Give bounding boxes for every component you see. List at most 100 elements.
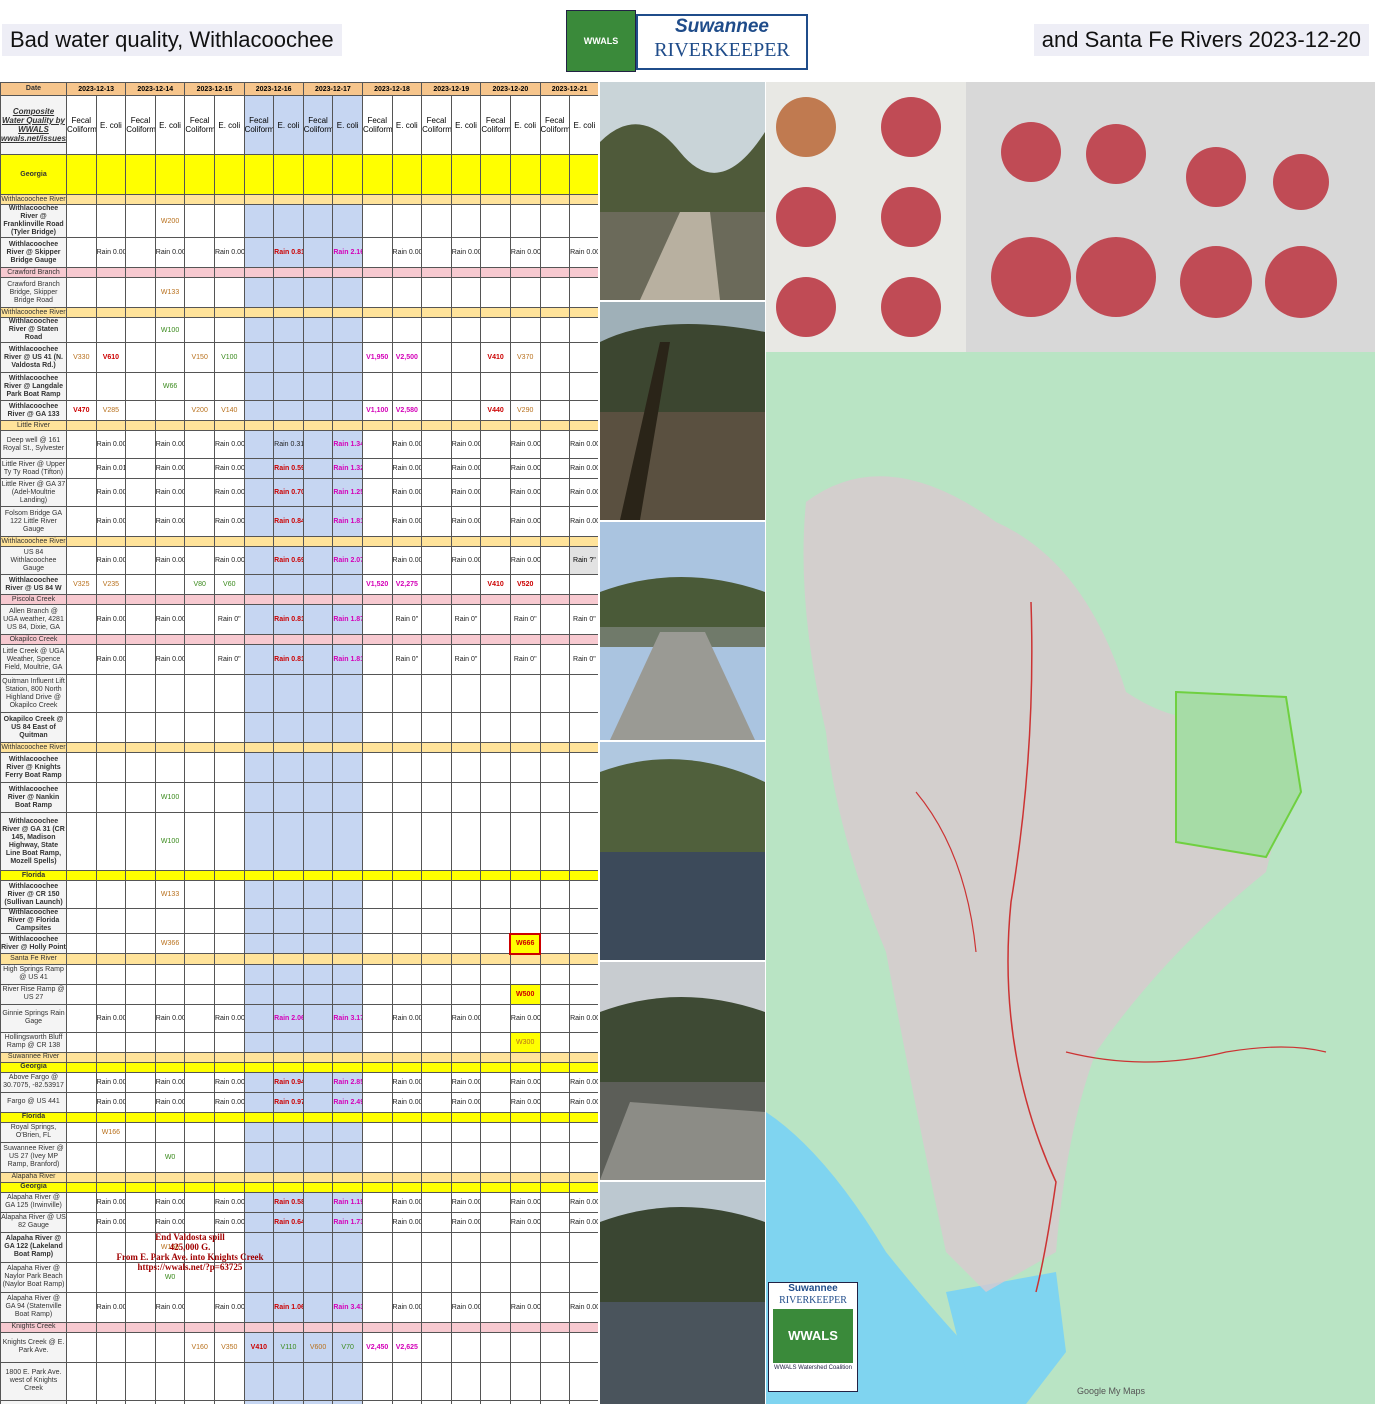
value-cell [421,1321,452,1333]
value-cell: Rain 0.00" [569,1291,598,1323]
spill-link[interactable]: https://wwals.net/?p=63725 [60,1262,320,1272]
value-cell [569,1321,598,1333]
value-cell [184,1061,215,1073]
value-cell [302,536,334,547]
suwannee-riverkeeper-logo: Suwannee RIVERKEEPER [636,14,808,70]
section-row: Florida [0,870,598,881]
value-cell [125,674,156,713]
value-cell: V2,910 [361,1399,393,1404]
value-cell [243,1121,275,1143]
value-cell [332,1321,363,1333]
value-cell [125,742,156,753]
value-cell [391,812,423,871]
value-cell [273,953,304,965]
site-row: Hollingsworth Bluff Ramp @ CR 138 W300 [0,1031,598,1053]
value-cell: Rain 0.00" [154,644,186,675]
value-cell [450,204,482,238]
value-cell [569,1121,598,1143]
value-cell [391,983,423,1005]
value-cell [184,1211,215,1233]
value-cell [243,204,275,238]
value-cell [332,963,363,985]
fecal-coliform-header: Fecal Coliform [480,95,511,155]
value-cell [332,342,363,373]
value-cell: W100 [154,317,186,343]
site-label: Alapaha River @ GA 122 (Lakeland Boat Ra… [0,1231,67,1263]
value-cell [95,1031,127,1053]
value-cell [361,237,393,268]
value-cell: Rain 0.00" [450,546,482,575]
value-cell: Rain 0.97" [273,1091,304,1113]
value-cell [302,546,334,575]
value-cell [184,237,215,268]
value-cell [95,420,127,431]
value-cell: Rain 0.00" [509,506,541,537]
value-cell [539,983,571,1005]
value-cell [125,546,156,575]
value-cell: V240 [184,1399,215,1404]
value-cell: Rain 0.00" [569,1091,598,1113]
value-cell [273,307,304,318]
value-cell: W100 [154,782,186,813]
value-cell [480,154,511,195]
value-cell: Rain 0.00" [450,1003,482,1033]
value-cell: V70 [332,1331,363,1363]
value-cell [480,478,511,507]
value-cell [480,458,511,479]
value-cell: Rain 1.81" [332,506,363,537]
value-cell [332,1361,363,1401]
value-cell [66,1091,97,1113]
date-cell: 2023-12-13 [65,82,127,96]
value-cell [450,536,482,547]
value-cell [421,963,452,985]
value-cell [450,752,482,783]
value-cell [480,742,511,753]
value-cell [243,1211,275,1233]
value-cell [66,712,97,743]
value-cell [480,812,511,871]
value-cell [569,342,598,373]
river-photo [600,302,765,520]
value-cell [66,154,97,195]
value-cell [302,307,334,318]
value-cell [421,194,452,205]
value-cell: Rain 0.00" [95,506,127,537]
value-cell [66,194,97,205]
value-cell: V600 [302,1331,334,1363]
value-cell: Rain 0.00" [154,1071,186,1093]
value-cell [421,908,452,934]
map-riverkeeper-logo: Suwannee RIVERKEEPER WWALS WWALS Watersh… [768,1282,858,1392]
value-cell [361,1291,393,1323]
fecal-coliform-header: Fecal Coliform [243,95,275,155]
e-coli-header: E. coli [273,95,304,155]
value-cell [66,1191,97,1213]
value-cell [539,1399,571,1404]
value-cell: Rain 0" [569,604,598,635]
value-cell [66,277,97,308]
site-label: US 84 Withlacoochee Gauge [0,546,67,575]
value-cell [361,1071,393,1093]
site-row: Little River @ Upper Ty Ty Road (Tifton)… [0,458,598,479]
value-cell [243,1031,275,1053]
value-cell [391,953,423,965]
value-cell: Rain 0.00" [509,478,541,507]
value-cell [421,1111,452,1123]
value-cell [66,1141,97,1173]
value-cell [125,317,156,343]
value-cell [302,1361,334,1401]
value-cell [302,880,334,909]
value-cell [569,317,598,343]
value-cell [66,1321,97,1333]
value-cell [302,1091,334,1113]
value-cell [184,933,215,954]
value-cell [361,594,393,605]
value-cell [95,536,127,547]
value-cell: Rain 1.06" [273,1291,304,1323]
value-cell [450,908,482,934]
value-cell [66,307,97,318]
value-cell [450,933,482,954]
date-cell: 2023-12-18 [361,82,423,96]
value-cell [421,604,452,635]
watershed-map[interactable]: Suwannee RIVERKEEPER WWALS WWALS Watersh… [766,352,1375,1404]
site-row: Fargo @ US 441 Rain 0.00" Rain 0.00" Rain 0… [0,1091,598,1113]
